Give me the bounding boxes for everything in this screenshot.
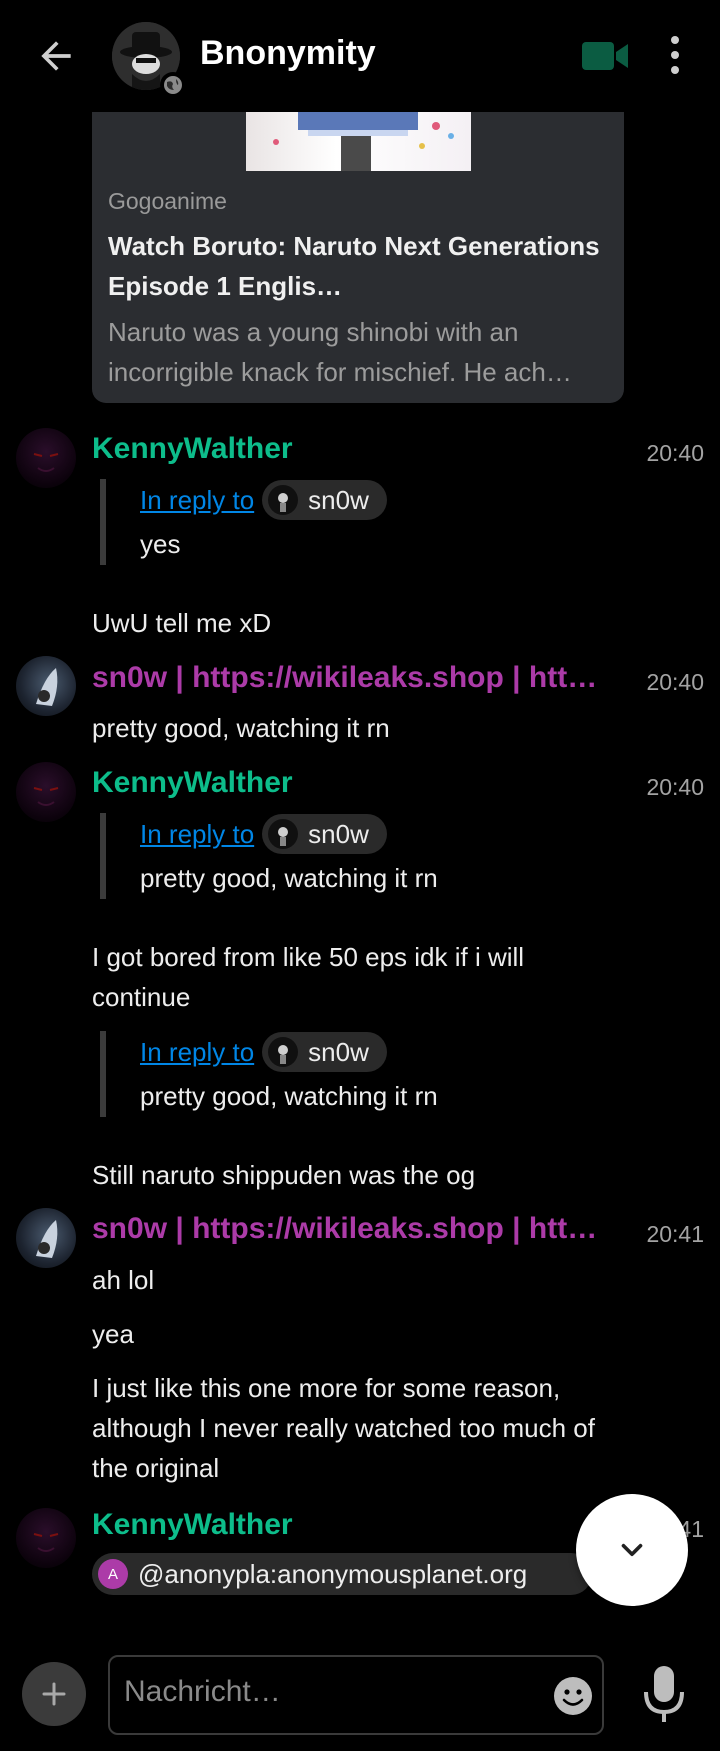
room-title[interactable]: Bnonymity	[200, 34, 376, 73]
in-reply-to-link[interactable]: In reply to	[140, 1037, 254, 1068]
timestamp: 20:40	[646, 774, 704, 800]
reply-quote[interactable]: In reply to sn0w yes	[100, 479, 560, 565]
message-input[interactable]	[124, 1675, 524, 1709]
plus-icon	[42, 1682, 66, 1706]
message-body[interactable]: Still naruto shippuden was the og	[92, 1155, 475, 1195]
sender-name[interactable]: KennyWalther	[92, 432, 293, 466]
message-body[interactable]: I just like this one more for some reaso…	[92, 1368, 622, 1488]
in-reply-to-link[interactable]: In reply to	[140, 819, 254, 850]
timestamp: 20:40	[646, 440, 704, 466]
message-body[interactable]: yea	[92, 1314, 134, 1354]
user-pill[interactable]: sn0w	[262, 814, 387, 854]
more-vert-icon[interactable]	[660, 30, 690, 80]
chevron-down-icon	[621, 1543, 643, 1557]
quoted-text: pretty good, watching it rn	[140, 1081, 438, 1111]
reply-quote[interactable]: In reply to sn0w pretty good, watching i…	[100, 813, 560, 899]
in-reply-to-link[interactable]: In reply to	[140, 485, 254, 516]
timestamp: 20:40	[646, 669, 704, 695]
sender-name[interactable]: sn0w | https://wikileaks.shop | http…	[92, 1212, 612, 1246]
back-arrow-icon[interactable]	[34, 34, 78, 78]
avatar[interactable]	[16, 1208, 76, 1268]
user-pill-name: sn0w	[308, 1036, 369, 1067]
avatar	[268, 819, 299, 849]
room-header: Bnonymity	[0, 0, 720, 112]
message-body[interactable]: I got bored from like 50 eps idk if i wi…	[92, 937, 592, 1017]
user-pill[interactable]: sn0w	[262, 480, 387, 520]
user-pill[interactable]: sn0w	[262, 1032, 387, 1072]
avatar[interactable]	[16, 656, 76, 716]
avatar	[268, 1037, 299, 1067]
avatar[interactable]	[16, 762, 76, 822]
reply-quote[interactable]: In reply to sn0w pretty good, watching i…	[100, 1031, 560, 1117]
video-call-icon[interactable]	[582, 40, 630, 72]
globe-icon	[160, 72, 186, 98]
preview-site-name: Gogoanime	[108, 188, 227, 214]
user-pill-name: sn0w	[308, 484, 369, 515]
user-mention-pill[interactable]: A @anonypla:anonymousplanet.org	[92, 1553, 592, 1595]
mention-text: @anonypla:anonymousplanet.org	[138, 1558, 528, 1589]
sender-name[interactable]: KennyWalther	[92, 766, 293, 800]
microphone-icon[interactable]	[640, 1664, 688, 1726]
message-body[interactable]: pretty good, watching it rn	[92, 708, 390, 748]
sender-name[interactable]: sn0w | https://wikileaks.shop | http…	[92, 661, 612, 695]
avatar[interactable]	[16, 1508, 76, 1568]
message-body[interactable]: ah lol	[92, 1260, 154, 1300]
quoted-text: pretty good, watching it rn	[140, 863, 438, 893]
message-body[interactable]: UwU tell me xD	[92, 603, 271, 643]
preview-thumbnail	[246, 112, 471, 171]
add-attachment-button[interactable]	[22, 1662, 86, 1726]
quoted-text: yes	[140, 529, 181, 559]
preview-title[interactable]: Watch Boruto: Naruto Next Generations Ep…	[108, 226, 608, 306]
jump-to-bottom-button[interactable]	[576, 1494, 688, 1606]
timestamp: 20:41	[646, 1221, 704, 1247]
emoji-icon[interactable]	[552, 1675, 594, 1717]
avatar[interactable]	[16, 428, 76, 488]
link-preview-card[interactable]: Gogoanime Watch Boruto: Naruto Next Gene…	[92, 112, 624, 403]
avatar	[268, 485, 299, 515]
message-composer[interactable]	[108, 1655, 604, 1735]
avatar: A	[98, 1559, 128, 1589]
user-pill-name: sn0w	[308, 818, 369, 849]
preview-description: Naruto was a young shinobi with an incor…	[108, 317, 572, 387]
sender-name[interactable]: KennyWalther	[92, 1508, 293, 1542]
